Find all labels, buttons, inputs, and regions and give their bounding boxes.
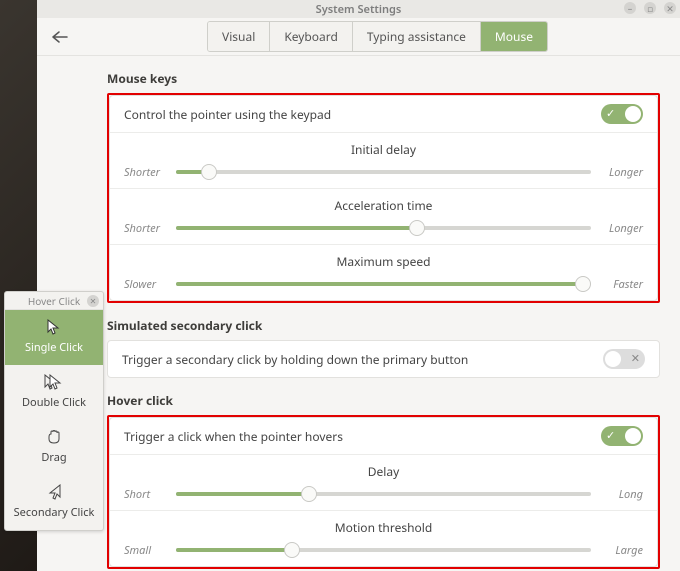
hover-label-secondary: Secondary Click [5, 505, 103, 520]
hover-item-secondary-click[interactable]: Secondary Click [5, 475, 103, 530]
tab-bar: Visual Keyboard Typing assistance Mouse [207, 21, 548, 52]
label-acceleration-time: Acceleration time [124, 197, 643, 214]
secondary-cursor-icon [5, 483, 103, 501]
maximize-icon[interactable]: ▫ [644, 2, 656, 14]
toggle-trigger-secondary[interactable]: ✕ [603, 349, 645, 369]
section-title-mouse-keys: Mouse keys [107, 70, 660, 87]
check-icon: ✓ [606, 428, 615, 443]
slider-max-thresh: Large [599, 543, 643, 558]
hover-label-double: Double Click [5, 395, 103, 410]
label-control-pointer: Control the pointer using the keypad [124, 106, 331, 123]
label-trigger-secondary: Trigger a secondary click by holding dow… [122, 351, 468, 368]
slider-min-speed: Slower [124, 277, 168, 292]
label-trigger-hover: Trigger a click when the pointer hovers [124, 428, 343, 445]
slider-min-thresh: Small [124, 543, 168, 558]
tab-keyboard[interactable]: Keyboard [269, 22, 352, 51]
label-hover-delay: Delay [124, 463, 643, 480]
slider-hover-delay[interactable] [176, 486, 591, 502]
section-title-hover-click: Hover click [107, 392, 660, 409]
arrow-left-icon [52, 31, 68, 43]
hover-item-drag[interactable]: Drag [5, 420, 103, 475]
window-title: System Settings [316, 2, 402, 17]
slider-motion-threshold[interactable] [176, 542, 591, 558]
hover-click-close-icon[interactable]: ✕ [87, 295, 99, 307]
hand-icon [5, 428, 103, 446]
section-title-sim-secondary: Simulated secondary click [107, 317, 660, 334]
hover-label-single: Single Click [5, 340, 103, 355]
slider-max-speed-r: Faster [599, 277, 643, 292]
highlight-hover-click: Trigger a click when the pointer hovers … [107, 415, 660, 569]
slider-initial-delay[interactable] [176, 164, 591, 180]
slider-min-accel: Shorter [124, 221, 168, 236]
close-icon[interactable]: ✕ [664, 2, 676, 14]
back-button[interactable] [45, 24, 75, 50]
slider-max-accel: Longer [599, 221, 643, 236]
label-motion-threshold: Motion threshold [124, 519, 643, 536]
hover-item-double-click[interactable]: Double Click [5, 365, 103, 420]
panel-hover-click: Trigger a click when the pointer hovers … [109, 417, 658, 567]
double-cursor-icon [5, 373, 103, 391]
slider-min-initial-delay: Shorter [124, 165, 168, 180]
titlebar: System Settings – ▫ ✕ [37, 0, 680, 18]
hover-label-drag: Drag [5, 450, 103, 465]
toggle-control-pointer[interactable]: ✓ [601, 104, 643, 124]
slider-max-initial-delay: Longer [599, 165, 643, 180]
hover-click-title: Hover Click [28, 294, 80, 308]
x-icon: ✕ [631, 351, 640, 366]
slider-max-delay: Long [599, 487, 643, 502]
tab-mouse[interactable]: Mouse [480, 22, 547, 51]
hover-click-titlebar: Hover Click ✕ [5, 292, 103, 310]
slider-max-speed[interactable] [176, 276, 591, 292]
settings-window: System Settings – ▫ ✕ Visual Keyboard Ty… [37, 0, 680, 571]
tab-visual[interactable]: Visual [208, 22, 269, 51]
hover-item-single-click[interactable]: Single Click [5, 310, 103, 365]
check-icon: ✓ [606, 106, 615, 121]
label-initial-delay: Initial delay [124, 141, 643, 158]
slider-acceleration-time[interactable] [176, 220, 591, 236]
hover-click-panel: Hover Click ✕ Single Click Double Click … [4, 291, 104, 531]
cursor-icon [5, 318, 103, 336]
minimize-icon[interactable]: – [624, 2, 636, 14]
panel-mouse-keys: Control the pointer using the keypad ✓ I… [109, 95, 658, 301]
tab-typing-assistance[interactable]: Typing assistance [352, 22, 480, 51]
label-max-speed: Maximum speed [124, 253, 643, 270]
toolbar: Visual Keyboard Typing assistance Mouse [37, 18, 680, 56]
panel-sim-secondary: Trigger a secondary click by holding dow… [107, 340, 660, 378]
content-area: Mouse keys Control the pointer using the… [37, 56, 680, 571]
highlight-mouse-keys: Control the pointer using the keypad ✓ I… [107, 93, 660, 303]
toggle-trigger-hover[interactable]: ✓ [601, 426, 643, 446]
slider-min-delay: Short [124, 487, 168, 502]
